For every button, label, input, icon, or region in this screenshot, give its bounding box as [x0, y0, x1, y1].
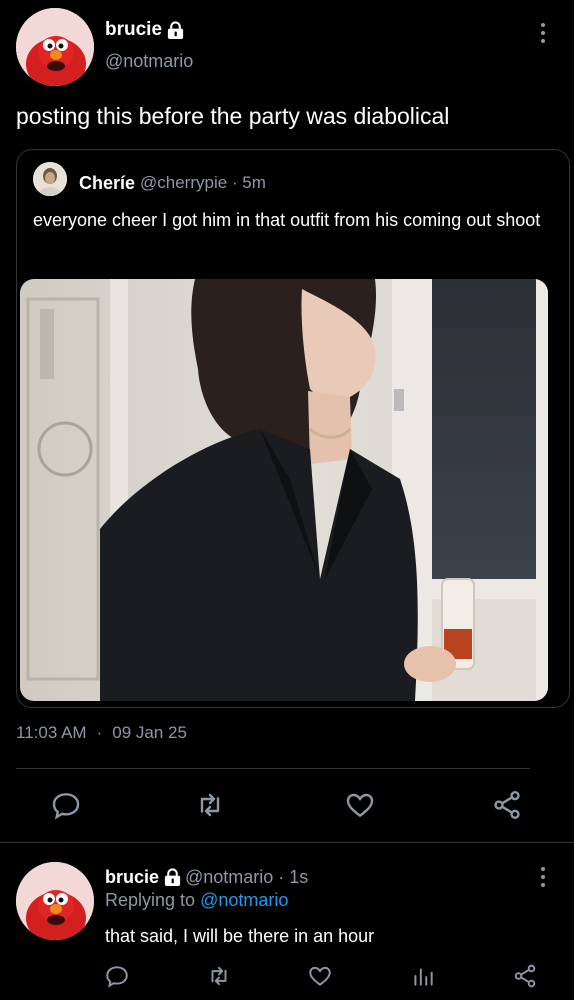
tweet-date: 09 Jan 25 [112, 723, 187, 742]
more-options-icon[interactable] [533, 21, 553, 45]
retweet-icon[interactable] [206, 963, 232, 989]
quoted-author-handle-time: @cherrypie · 5m [140, 173, 266, 192]
quoted-avatar-image [33, 162, 67, 196]
author-handle[interactable]: @notmario [105, 51, 193, 72]
author-avatar[interactable] [16, 8, 94, 86]
replying-to-link[interactable]: @notmario [200, 890, 288, 910]
analytics-icon[interactable] [410, 963, 436, 989]
lock-icon [164, 868, 181, 887]
elmo-avatar-image [16, 8, 94, 86]
heart-icon[interactable] [307, 963, 333, 989]
divider [16, 768, 530, 769]
heart-icon[interactable] [344, 789, 376, 821]
reply-author-name[interactable]: brucie [105, 867, 182, 888]
lock-icon [167, 20, 184, 39]
reply-author-name-text: brucie [105, 867, 160, 887]
replying-prefix: Replying to [105, 890, 196, 910]
reply-tweet-text: that said, I will be there in an hour [105, 926, 375, 946]
reply-icon[interactable] [104, 963, 130, 989]
quoted-author-name: Cheríe [79, 173, 136, 193]
reply-author-avatar[interactable] [16, 862, 94, 940]
replying-to-line: Replying to @notmario [105, 890, 288, 911]
retweet-icon[interactable] [194, 789, 226, 821]
reply-author-handle-time: @notmario · 1s [185, 867, 309, 887]
tweet-timestamp[interactable]: 11:03 AM · 09 Jan 25 [16, 723, 187, 743]
elmo-avatar-image [16, 862, 94, 940]
reply-icon[interactable] [50, 789, 82, 821]
quoted-author-avatar [33, 162, 67, 196]
photo-illustration [20, 279, 548, 701]
reply-tweet[interactable]: brucie @notmario · 1s Replying to @notma… [0, 843, 574, 1000]
author-name-text: brucie [105, 19, 163, 40]
quoted-tweet-text: everyone cheer I got him in that outfit … [33, 210, 541, 230]
author-name[interactable]: brucie [105, 19, 185, 41]
share-icon[interactable] [491, 789, 523, 821]
tweet-text: posting this before the party was diabol… [16, 103, 450, 129]
more-options-icon[interactable] [533, 865, 553, 889]
share-icon[interactable] [512, 963, 538, 989]
timestamp-separator: · [96, 723, 103, 742]
tweet-time: 11:03 AM [16, 723, 87, 742]
main-tweet: brucie @notmario posting this before the… [0, 0, 574, 842]
tweet-action-bar [0, 789, 574, 821]
quoted-tweet-photo[interactable] [20, 279, 548, 701]
quoted-tweet[interactable]: Cheríe @cherrypie · 5m everyone cheer I … [16, 149, 570, 708]
